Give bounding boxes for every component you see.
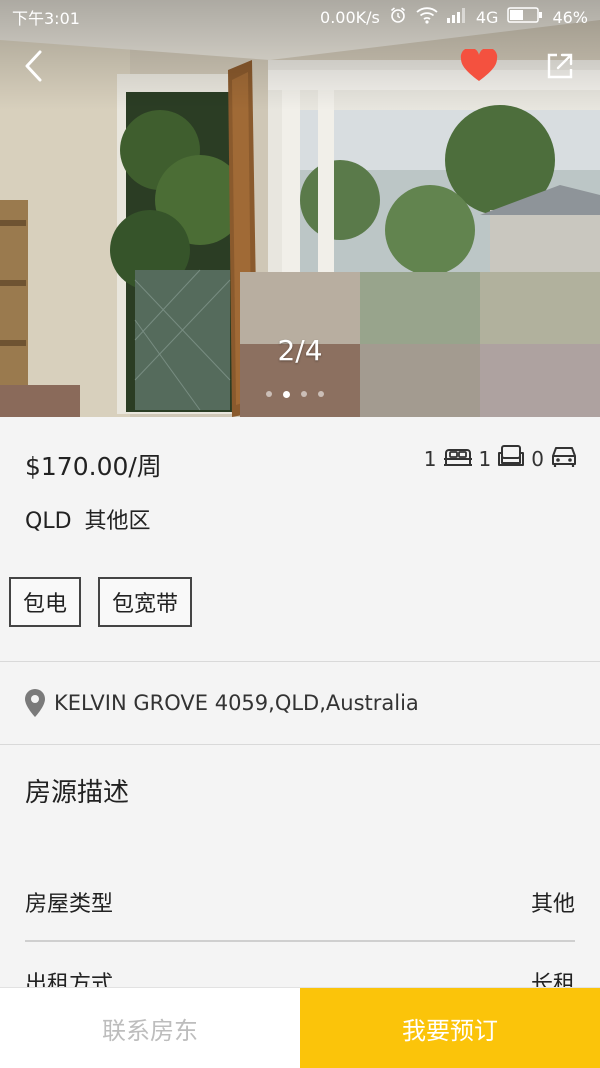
description-title: 房源描述 <box>25 778 130 808</box>
bathroom-count-value: 1 <box>478 446 492 471</box>
bathroom-count: 1 <box>479 443 526 474</box>
page-dot <box>266 391 272 397</box>
car-icon <box>550 443 578 474</box>
alarm-icon <box>389 6 407 28</box>
photo-counter: 2/4 <box>277 334 323 367</box>
bed-icon <box>443 443 473 474</box>
wifi-icon <box>416 6 438 28</box>
heart-icon <box>460 47 498 87</box>
page-dot <box>318 391 324 397</box>
section-divider <box>0 744 600 745</box>
network-type: 4G <box>475 7 499 27</box>
book-now-button[interactable]: 我要预订 <box>300 988 600 1068</box>
battery-icon <box>507 7 543 27</box>
listing-summary: $170.00/周 QLD 其他区 1 1 0 包电 包宽带 <box>0 417 600 661</box>
bottom-action-bar: 联系房东 我要预订 <box>0 987 600 1068</box>
row-divider <box>25 940 575 942</box>
back-button[interactable] <box>14 48 54 88</box>
detail-label: 房屋类型 <box>25 892 114 917</box>
parking-count-value: 0 <box>531 446 544 471</box>
listing-price: $170.00/周 <box>25 452 162 481</box>
status-bar: 下午3:01 0.00K/s 4G 46% <box>0 0 600 34</box>
listing-tags: 包电 包宽带 <box>9 577 193 627</box>
listing-features: 1 1 0 <box>418 443 578 474</box>
address-text: KELVIN GROVE 4059,QLD,Australia <box>54 691 419 715</box>
detail-value: 其他 <box>530 892 575 917</box>
listing-location: QLD 其他区 <box>25 509 151 534</box>
contact-landlord-button[interactable]: 联系房东 <box>0 988 300 1068</box>
page-indicator <box>266 390 324 398</box>
network-speed: 0.00K/s <box>320 7 380 27</box>
sofa-icon <box>497 443 525 474</box>
chevron-left-icon <box>22 49 46 87</box>
signal-icon <box>446 7 467 27</box>
favorite-button[interactable] <box>459 47 499 88</box>
battery-level: 46% <box>552 7 588 27</box>
bedroom-count-value: 1 <box>423 446 437 471</box>
photo-gallery[interactable]: 下午3:01 0.00K/s 4G 46% 2/4 <box>0 0 600 417</box>
bedroom-count: 1 <box>424 443 473 474</box>
parking-count: 0 <box>531 443 578 474</box>
page-dot-active <box>283 390 290 398</box>
tag-broadband: 包宽带 <box>98 577 193 627</box>
detail-row-property-type: 房屋类型 其他 <box>25 886 575 918</box>
share-button[interactable] <box>540 48 580 88</box>
map-pin-icon <box>24 688 46 718</box>
page-dot <box>301 391 307 397</box>
status-time: 下午3:01 <box>12 9 80 28</box>
tag-electricity: 包电 <box>9 577 82 627</box>
address-row[interactable]: KELVIN GROVE 4059,QLD,Australia <box>0 662 600 744</box>
share-icon <box>545 51 575 85</box>
